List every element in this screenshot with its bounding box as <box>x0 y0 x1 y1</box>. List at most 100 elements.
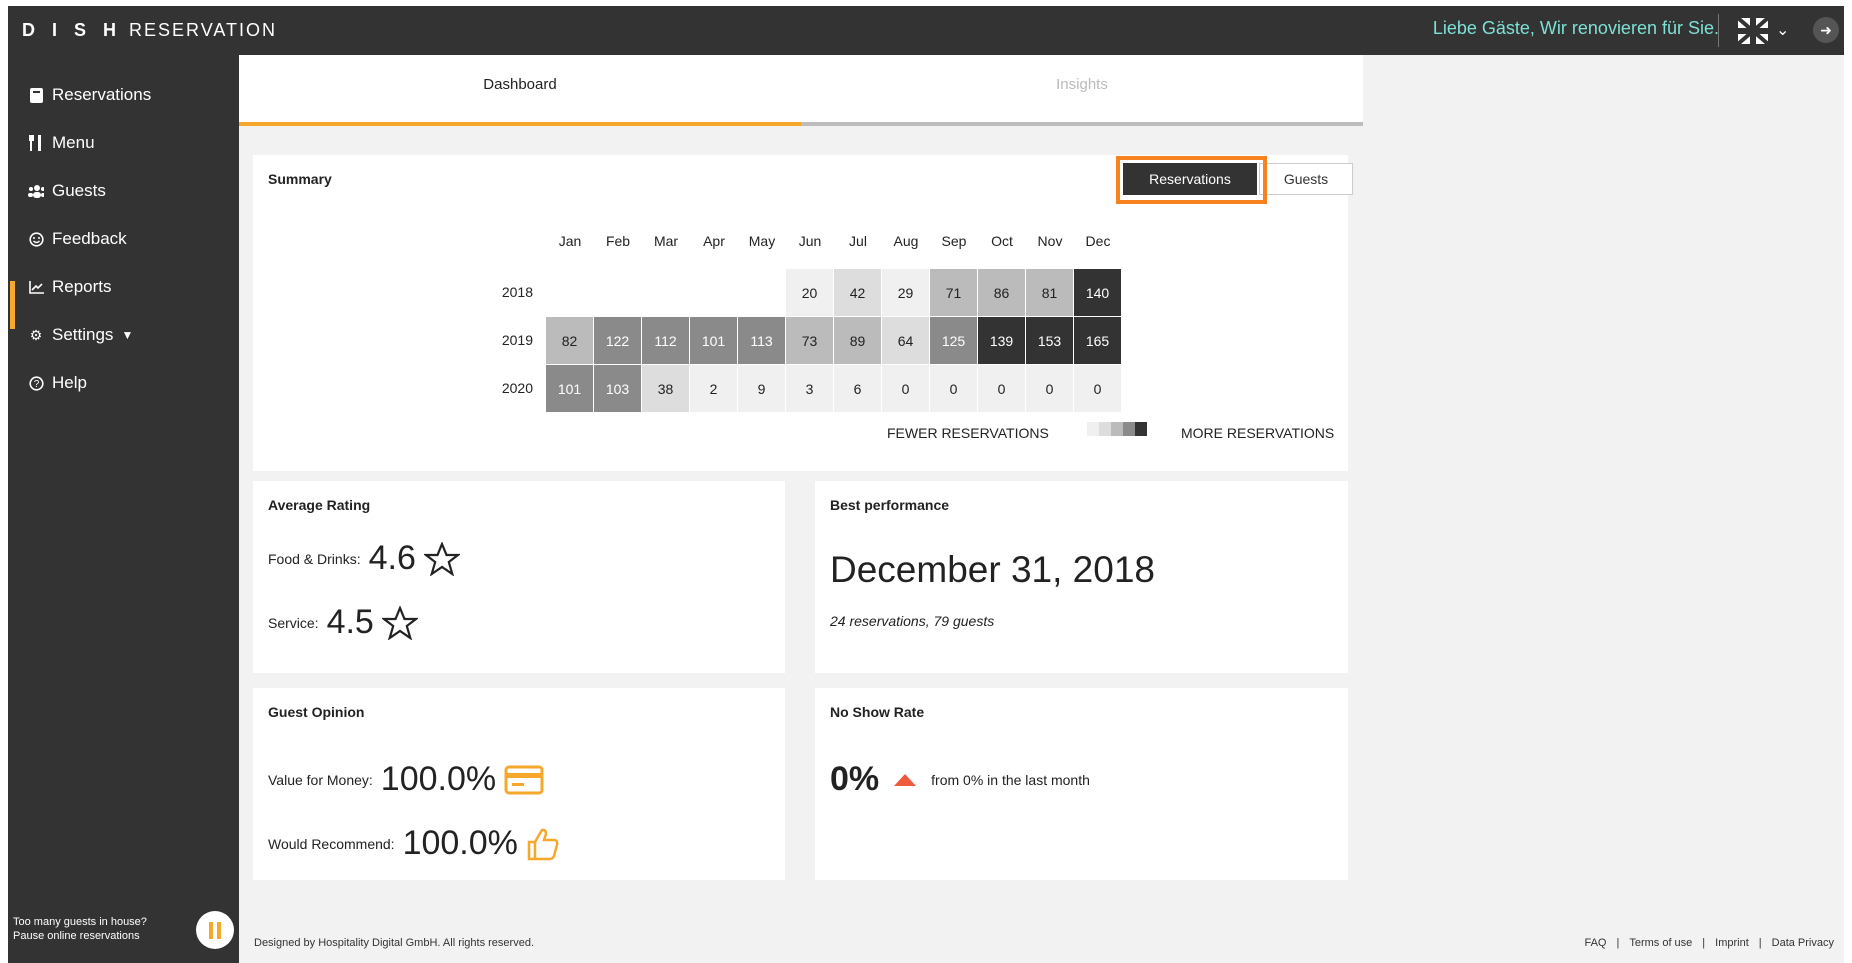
best-performance-title: Best performance <box>830 497 950 513</box>
heatmap-cell[interactable]: 112 <box>642 317 689 364</box>
year-label: 2020 <box>501 380 533 396</box>
chevron-down-icon[interactable]: ⌄ <box>1776 20 1789 40</box>
heatmap-cell[interactable]: 0 <box>1074 365 1121 412</box>
heatmap-cell[interactable] <box>594 269 641 316</box>
sidebar-item-label: Settings <box>52 325 114 344</box>
sidebar-item-label: Reservations <box>52 85 152 104</box>
guest-opinion-title: Guest Opinion <box>268 704 365 720</box>
legend-swatch <box>1087 422 1099 436</box>
sidebar-item-help[interactable]: ? Help <box>28 373 87 393</box>
summary-card: Summary Reservations Guests Jan Feb Mar Apr… <box>253 155 1353 471</box>
month-label: Sep <box>941 233 967 249</box>
heatmap-cell[interactable] <box>642 269 689 316</box>
month-label: Jun <box>798 233 822 249</box>
no-show-rate-card: No Show Rate 0% from 0% in the last mont… <box>815 688 1348 880</box>
sidebar-item-reports[interactable]: Reports <box>28 277 112 297</box>
brand-logo[interactable]: D I S H RESERVATION <box>22 20 277 41</box>
heatmap-cell[interactable] <box>690 269 737 316</box>
sidebar-item-settings[interactable]: ⚙ Settings ▼ <box>28 325 134 345</box>
users-icon <box>28 183 44 199</box>
heatmap-cell[interactable]: 140 <box>1074 269 1121 316</box>
footer-separator: | <box>1702 937 1706 949</box>
sidebar: Reservations Menu Guests Feedback Report… <box>8 55 239 963</box>
best-performance-detail: 24 reservations, 79 guests <box>830 613 995 629</box>
pause-icon <box>209 921 213 939</box>
sidebar-item-label: Menu <box>52 133 95 152</box>
heatmap-cell[interactable]: 89 <box>834 317 881 364</box>
sidebar-item-guests[interactable]: Guests <box>28 181 106 201</box>
heatmap-cell[interactable]: 86 <box>978 269 1025 316</box>
month-label: Jul <box>849 233 867 249</box>
no-show-rate-title: No Show Rate <box>830 704 925 720</box>
heatmap-cell[interactable]: 0 <box>978 365 1025 412</box>
heatmap-cell[interactable]: 82 <box>546 317 593 364</box>
heatmap-cell[interactable]: 73 <box>786 317 833 364</box>
footer-link-terms[interactable]: Terms of use <box>1629 937 1692 949</box>
logout-icon[interactable]: ➜ <box>1813 17 1839 43</box>
food-drinks-label: Food & Drinks: <box>268 550 361 567</box>
uk-flag-icon[interactable] <box>1738 18 1768 44</box>
heatmap-cell[interactable]: 125 <box>930 317 977 364</box>
month-label: Dec <box>1085 233 1111 249</box>
tab-dashboard[interactable]: Dashboard <box>239 55 801 126</box>
heatmap-cell[interactable]: 64 <box>882 317 929 364</box>
month-label: Aug <box>893 233 919 249</box>
highlight-box <box>1116 156 1267 204</box>
footer-link-imprint[interactable]: Imprint <box>1715 937 1749 949</box>
app-frame: D I S H RESERVATION Liebe Gäste, Wir ren… <box>8 6 1844 963</box>
pause-button[interactable] <box>196 911 234 949</box>
summary-title: Summary <box>268 171 332 187</box>
sidebar-item-label: Feedback <box>52 229 127 248</box>
top-bar: D I S H RESERVATION Liebe Gäste, Wir ren… <box>8 6 1844 55</box>
sidebar-item-menu[interactable]: Menu <box>28 133 95 153</box>
heatmap-cell[interactable]: 139 <box>978 317 1025 364</box>
value-for-money-row: Value for Money: 100.0% <box>268 760 544 799</box>
sidebar-item-feedback[interactable]: Feedback <box>28 229 127 249</box>
heatmap-cell[interactable]: 113 <box>738 317 785 364</box>
heatmap-cell[interactable]: 101 <box>690 317 737 364</box>
legend-swatch <box>1123 422 1135 436</box>
heatmap-cell[interactable]: 71 <box>930 269 977 316</box>
heatmap-cell[interactable]: 0 <box>1026 365 1073 412</box>
heatmap-cell[interactable]: 20 <box>786 269 833 316</box>
footer-link-privacy[interactable]: Data Privacy <box>1772 937 1834 949</box>
heatmap-cell[interactable]: 2 <box>690 365 737 412</box>
svg-text:?: ? <box>33 379 39 390</box>
pause-text-line2: Pause online reservations <box>13 930 140 942</box>
heatmap-cell[interactable]: 165 <box>1074 317 1121 364</box>
footer-separator: | <box>1758 937 1762 949</box>
gear-icon: ⚙ <box>29 326 43 343</box>
month-label: Oct <box>991 233 1013 249</box>
heatmap-cell[interactable]: 29 <box>882 269 929 316</box>
heatmap-cell[interactable] <box>738 269 785 316</box>
year-label: 2018 <box>501 284 533 300</box>
heatmap-cell[interactable]: 3 <box>786 365 833 412</box>
help-icon: ? <box>28 375 44 391</box>
heatmap-cell[interactable]: 122 <box>594 317 641 364</box>
heatmap-cell[interactable]: 6 <box>834 365 881 412</box>
heatmap-cell[interactable]: 153 <box>1026 317 1073 364</box>
guests-toggle-button[interactable]: Guests <box>1259 163 1353 195</box>
heatmap-cell[interactable]: 38 <box>642 365 689 412</box>
tab-insights[interactable]: Insights <box>801 55 1363 126</box>
star-icon <box>423 541 460 576</box>
heatmap-cell[interactable]: 81 <box>1026 269 1073 316</box>
legend-swatch <box>1099 422 1111 436</box>
heatmap-cell[interactable] <box>546 269 593 316</box>
caret-down-icon: ▼ <box>121 328 134 342</box>
heatmap-cell[interactable]: 42 <box>834 269 881 316</box>
heatmap-cell[interactable]: 103 <box>594 365 641 412</box>
footer-link-faq[interactable]: FAQ <box>1584 937 1606 949</box>
sidebar-item-reservations[interactable]: Reservations <box>28 85 151 105</box>
heatmap-cell[interactable]: 101 <box>546 365 593 412</box>
divider <box>1718 14 1719 47</box>
value-for-money-value: 100.0% <box>380 760 497 798</box>
heatmap-cell[interactable]: 9 <box>738 365 785 412</box>
month-label: Mar <box>653 233 679 249</box>
legend-more-label: MORE RESERVATIONS <box>1181 425 1335 441</box>
heatmap-cell[interactable]: 0 <box>882 365 929 412</box>
heatmap-cell[interactable]: 0 <box>930 365 977 412</box>
thumbs-up-icon <box>527 828 559 860</box>
renovation-notice[interactable]: Liebe Gäste, Wir renovieren für Sie. <box>1433 18 1719 39</box>
month-label: May <box>748 233 776 249</box>
